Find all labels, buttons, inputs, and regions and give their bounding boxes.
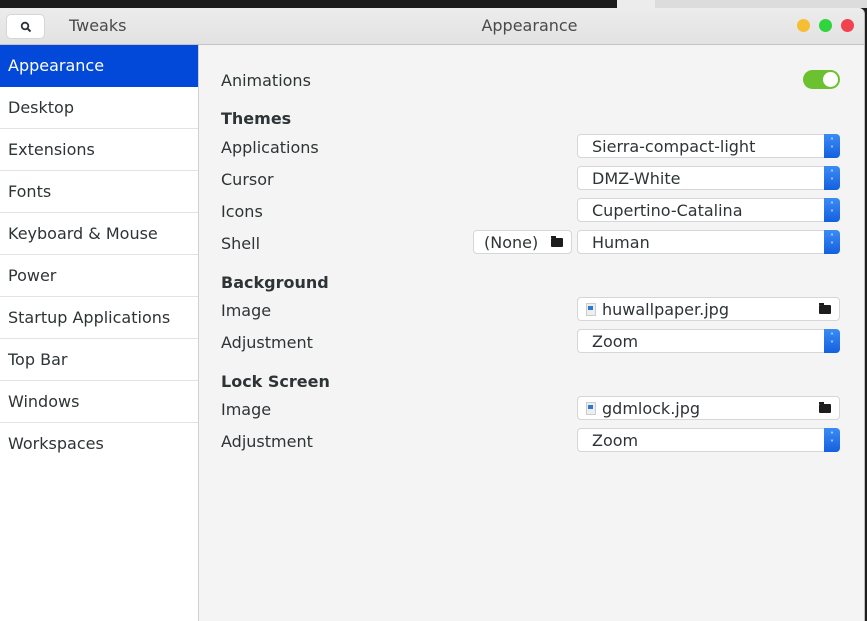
combo-value: Zoom (592, 430, 639, 450)
lock-screen-heading: Lock Screen (221, 372, 330, 391)
lock-screen-adjustment-label: Adjustment (221, 432, 313, 451)
sidebar-item-label: Power (8, 266, 57, 285)
chevron-updown-icon: ˄ ˅ (824, 230, 840, 254)
chevron-updown-icon: ˄ ˅ (824, 134, 840, 158)
minimize-button[interactable] (797, 19, 810, 32)
folder-icon (551, 235, 563, 247)
sidebar-item-top-bar[interactable]: Top Bar (0, 339, 198, 381)
background-image-label: Image (221, 301, 272, 320)
sidebar-item-startup-applications[interactable]: Startup Applications (0, 297, 198, 339)
sidebar-item-label: Extensions (8, 140, 95, 159)
desktop-background (0, 0, 867, 8)
sidebar-item-fonts[interactable]: Fonts (0, 171, 198, 213)
sidebar-item-label: Desktop (8, 98, 74, 117)
background-heading: Background (221, 273, 329, 292)
sidebar-item-power[interactable]: Power (0, 255, 198, 297)
icons-label: Icons (221, 202, 263, 221)
window-title: Appearance (481, 16, 578, 35)
chevron-updown-icon: ˄ ˅ (824, 329, 840, 353)
sidebar-item-keyboard-mouse[interactable]: Keyboard & Mouse (0, 213, 198, 255)
combo-value: Zoom (592, 331, 639, 351)
folder-icon (819, 401, 831, 413)
tweaks-window: Tweaks Appearance Appearance Desktop Ext… (0, 8, 865, 621)
sidebar: Appearance Desktop Extensions Fonts Keyb… (0, 45, 199, 621)
header-bar: Tweaks Appearance (0, 8, 864, 45)
lock-screen-adjustment-combo[interactable]: Zoom ˄ ˅ (577, 428, 840, 452)
folder-icon (819, 302, 831, 314)
background-adjustment-label: Adjustment (221, 333, 313, 352)
shell-theme-combo[interactable]: Human ˄ ˅ (577, 230, 840, 254)
combo-value: Sierra-compact-light (592, 136, 756, 156)
sidebar-item-appearance[interactable]: Appearance (0, 45, 198, 87)
sidebar-item-label: Startup Applications (8, 308, 171, 327)
lock-screen-image-chooser[interactable]: gdmlock.jpg (577, 396, 840, 420)
lock-screen-image-label: Image (221, 400, 272, 419)
chevron-updown-icon: ˄ ˅ (824, 198, 840, 222)
sidebar-item-label: Top Bar (8, 350, 68, 369)
animations-toggle[interactable] (803, 70, 840, 89)
applications-label: Applications (221, 138, 319, 157)
sidebar-item-extensions[interactable]: Extensions (0, 129, 198, 171)
sidebar-item-workspaces[interactable]: Workspaces (0, 423, 198, 464)
close-button[interactable] (841, 19, 854, 32)
icons-theme-combo[interactable]: Cupertino-Catalina ˄ ˅ (577, 198, 840, 222)
file-chooser-value: (None) (484, 232, 539, 252)
cursor-label: Cursor (221, 170, 274, 189)
cursor-theme-combo[interactable]: DMZ-White ˄ ˅ (577, 166, 840, 190)
sidebar-item-desktop[interactable]: Desktop (0, 87, 198, 129)
shell-file-chooser-button[interactable]: (None) (473, 230, 572, 254)
file-chooser-value: huwallpaper.jpg (602, 299, 729, 319)
image-file-icon (586, 401, 596, 415)
file-chooser-value: gdmlock.jpg (602, 398, 701, 418)
sidebar-item-label: Windows (8, 392, 80, 411)
sidebar-item-label: Fonts (8, 182, 52, 201)
background-window-tab (617, 0, 655, 8)
chevron-updown-icon: ˄ ˅ (824, 428, 840, 452)
toggle-knob (823, 72, 838, 87)
applications-theme-combo[interactable]: Sierra-compact-light ˄ ˅ (577, 134, 840, 158)
animations-label: Animations (221, 71, 311, 90)
appearance-panel: Animations Themes Applications Sierra-co… (199, 45, 864, 621)
combo-value: Human (592, 232, 650, 252)
sidebar-item-label: Workspaces (8, 434, 104, 453)
sidebar-item-windows[interactable]: Windows (0, 381, 198, 423)
combo-value: DMZ-White (592, 168, 681, 188)
shell-label: Shell (221, 234, 261, 253)
image-file-icon (586, 302, 596, 316)
sidebar-item-label: Appearance (8, 56, 105, 75)
background-image-chooser[interactable]: huwallpaper.jpg (577, 297, 840, 321)
maximize-button[interactable] (819, 19, 832, 32)
themes-heading: Themes (221, 109, 292, 128)
background-adjustment-combo[interactable]: Zoom ˄ ˅ (577, 329, 840, 353)
combo-value: Cupertino-Catalina (592, 200, 743, 220)
chevron-updown-icon: ˄ ˅ (824, 166, 840, 190)
sidebar-item-label: Keyboard & Mouse (8, 224, 158, 243)
